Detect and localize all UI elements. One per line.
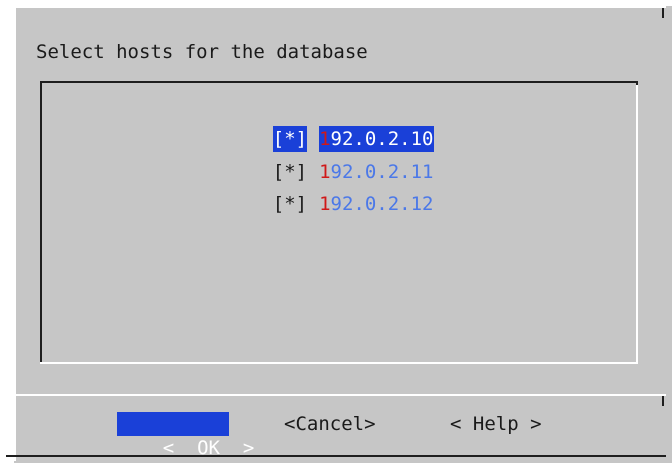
list-border-left (40, 81, 42, 364)
button-separator (14, 394, 666, 396)
list-border-corner (636, 81, 638, 85)
dialog-border-right-lower (662, 396, 664, 406)
ok-bracket-right: > (242, 437, 255, 459)
host-hotkey-3: 1 (319, 193, 331, 215)
ok-button[interactable]: < OK > (117, 412, 254, 459)
dialog-border-left (14, 6, 16, 461)
ok-label: OK (197, 437, 220, 459)
terminal-screen: Select hosts for the database [*] 192.0.… (0, 0, 672, 470)
host-item-3[interactable]: [*] 192.0.2.12 (227, 165, 434, 215)
host-address-3: 92.0.2.12 (330, 193, 434, 215)
dialog-border-top (14, 6, 666, 8)
host-item-1[interactable]: [*] 192.0.2.10 (227, 100, 434, 152)
help-button[interactable]: < Help > (450, 412, 542, 436)
dialog-title: Select hosts for the database (36, 41, 368, 63)
host-label-3: 192.0.2.12 (319, 191, 433, 217)
list-border-right (636, 81, 638, 364)
cancel-button[interactable]: <Cancel> (284, 412, 376, 436)
host-checkbox-3[interactable]: [*] (273, 191, 307, 217)
list-border-bottom (40, 362, 638, 364)
host-item-2[interactable]: [*] 192.0.2.11 (227, 133, 434, 183)
dialog-border-right (662, 8, 664, 18)
list-border-top (40, 81, 638, 83)
dialog-border-bottom (6, 455, 666, 457)
ok-bracket-left: < (162, 437, 175, 459)
